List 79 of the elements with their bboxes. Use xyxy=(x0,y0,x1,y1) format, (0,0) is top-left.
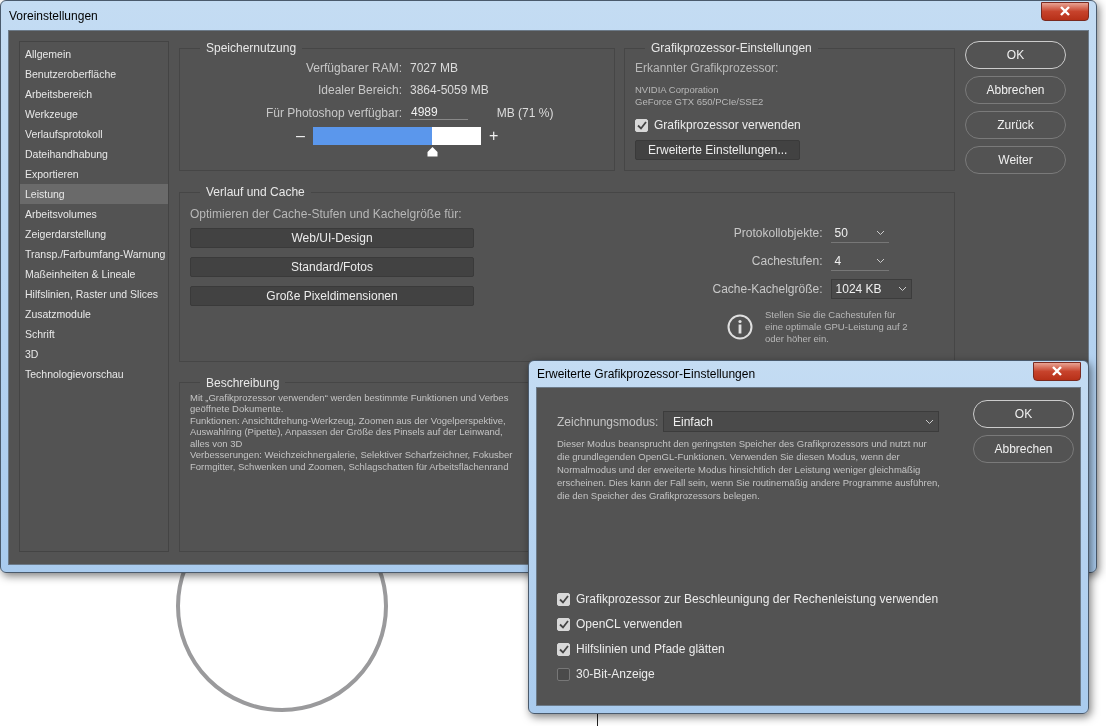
sidebar-item[interactable]: Arbeitsbereich xyxy=(20,84,168,104)
description-text: Auswahlring (Pipette), Anpassen der Größe des Pinsels auf der Leinwand, xyxy=(190,426,504,438)
info-icon xyxy=(727,314,753,340)
field-label: Cachestufen: xyxy=(750,254,823,268)
sidebar-item[interactable]: Zusatzmodule xyxy=(20,304,168,324)
field-label: Cache-Kachelgröße: xyxy=(711,282,823,296)
checkbox[interactable] xyxy=(557,667,570,681)
input-field[interactable]: 4989 xyxy=(410,105,468,120)
dropdown[interactable]: 1024 KB xyxy=(830,279,912,299)
group-title: Grafikprozessor-Einstellungen xyxy=(650,41,813,55)
description-text: alles von 3D xyxy=(190,437,244,449)
checkbox-label: OpenCL verwenden xyxy=(576,617,683,631)
chevron-down-icon xyxy=(897,286,907,292)
dropdown[interactable]: 50 xyxy=(830,223,889,243)
description-text: Verbesserungen: Weichzeichnergalerie, Selektiver Scharfzeichner, Fokusber xyxy=(190,449,514,461)
field-value: 3864-5059 MB xyxy=(410,83,489,97)
prompt-text: Optimieren der Cache-Stufen und Kachelgröße für: xyxy=(190,207,463,221)
dialog-button[interactable]: Weiter xyxy=(965,146,1066,174)
description-text: Funktionen: Ansichtdrehung-Werkzeug, Zoomen aus der Vogelperspektive, xyxy=(190,414,507,426)
sidebar-item[interactable]: Hilfslinien, Raster und Slices xyxy=(20,284,168,304)
close-button[interactable] xyxy=(1033,361,1081,381)
preset-button[interactable]: Web/UI-Design xyxy=(190,228,474,248)
window-title: Voreinstellungen xyxy=(8,8,98,23)
chevron-down-icon xyxy=(875,229,885,236)
close-button[interactable] xyxy=(1041,1,1089,21)
close-icon xyxy=(1051,366,1063,376)
increase-button[interactable]: + xyxy=(489,127,498,145)
window-title: Erweiterte Grafikprozessor-Einstellungen xyxy=(536,367,756,381)
field-value: 7027 MB xyxy=(410,61,460,75)
field-label: Zeichnungsmodus: xyxy=(557,414,657,429)
decrease-button[interactable]: – xyxy=(296,127,305,145)
sidebar-item[interactable]: Leistung xyxy=(20,184,168,204)
chevron-down-icon xyxy=(875,257,885,264)
description-text: Mit „Grafikprozessor verwenden“ werden bestimmte Funktionen und Verbes xyxy=(190,391,510,403)
field-label: Für Photoshop verfügbar: xyxy=(264,105,402,120)
sidebar-item[interactable]: Verlaufsprotokoll xyxy=(20,124,168,144)
sidebar-item[interactable]: Exportieren xyxy=(20,164,168,184)
preset-button[interactable]: Standard/Fotos xyxy=(190,257,474,277)
sidebar-item[interactable]: Allgemein xyxy=(20,44,168,64)
sidebar-item[interactable]: Werkzeuge xyxy=(20,104,168,124)
sidebar-item[interactable]: 3D xyxy=(20,344,168,364)
sidebar-item[interactable]: Zeigerdarstellung xyxy=(20,224,168,244)
dropdown[interactable]: Einfach xyxy=(663,411,939,432)
dropdown[interactable]: 4 xyxy=(830,251,889,271)
field-label: Erkannter Grafikprozessor: xyxy=(635,61,780,75)
checkbox-label: Grafikprozessor verwenden xyxy=(654,118,801,132)
unit-label: MB (71 %) xyxy=(496,105,555,120)
advanced-settings-button[interactable]: Erweiterte Einstellungen... xyxy=(635,140,801,160)
sidebar-item[interactable]: Arbeitsvolumes xyxy=(20,204,168,224)
dialog-button[interactable]: Zurück xyxy=(965,111,1066,139)
sidebar-item[interactable]: Technologievorschau xyxy=(20,364,168,384)
info-text: Stellen Sie die Cachestufen für eine optimale GPU-Leistung auf 2 oder höher ein. xyxy=(765,309,909,345)
description-text: geöffnete Dokumente. xyxy=(190,403,285,415)
field-label: Protokollobjekte: xyxy=(732,226,823,240)
dialog-button[interactable]: Abbrechen xyxy=(973,435,1074,463)
dialog-button[interactable]: OK xyxy=(973,400,1074,428)
checkbox-label: Grafikprozessor zur Beschleunigung der Rechenleistung verwenden xyxy=(576,592,939,606)
slider-handle[interactable] xyxy=(427,147,439,157)
dialog-button[interactable]: Abbrechen xyxy=(965,76,1066,104)
sidebar-item[interactable]: Transp./Farbumfang-Warnung xyxy=(20,244,168,264)
sidebar-item[interactable]: Schrift xyxy=(20,324,168,344)
mode-description: Dieser Modus beansprucht den geringsten Speicher des Grafikprozessors und nutzt nur die grundlegenden OpenGL-Funktionen. Verwenden Sie diesen Modus, wenn der Normalmodus und der erweiterte Modus hinsichtlich der Leistung weniger gleichmäßig erscheinen. Dies kann der Fall sein, wenn Sie routinemäßig andere Programme ausführen, die den Speicher des Grafikprozessors belegen. xyxy=(557,437,941,502)
group-title: Beschreibung xyxy=(205,375,281,390)
description-text: Formgitter, Schwenken und Zoomen, Schlagschatten für Arbeitsflächenrand xyxy=(190,460,510,472)
field-label: Verfügbarer RAM: xyxy=(304,61,402,75)
group-title: Speichernutzung xyxy=(205,41,298,55)
gpu-name: NVIDIA Corporation xyxy=(635,84,720,96)
close-icon xyxy=(1059,6,1071,16)
sidebar-item[interactable]: Maßeinheiten & Lineale xyxy=(20,264,168,284)
chevron-down-icon xyxy=(925,418,934,425)
checkbox-label: Hilfslinien und Pfade glätten xyxy=(576,642,725,656)
checkbox-label: 30-Bit-Anzeige xyxy=(576,667,655,681)
field-label: Idealer Bereich: xyxy=(316,83,402,97)
preset-button[interactable]: Große Pixeldimensionen xyxy=(190,286,474,306)
sidebar-item[interactable]: Benutzeroberfläche xyxy=(20,64,168,84)
dialog-button[interactable]: OK xyxy=(965,41,1066,69)
sidebar-item[interactable]: Dateihandhabung xyxy=(20,144,168,164)
gpu-name: GeForce GTX 650/PCIe/SSE2 xyxy=(635,96,765,108)
group-title: Verlauf und Cache xyxy=(205,185,306,199)
